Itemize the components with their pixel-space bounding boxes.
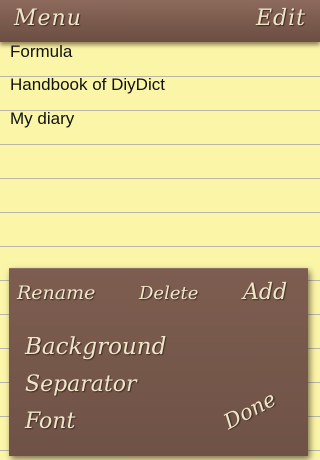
- delete-button[interactable]: Delete: [139, 283, 198, 304]
- add-button[interactable]: Add: [243, 280, 287, 305]
- rename-button[interactable]: Rename: [17, 282, 95, 304]
- background-option[interactable]: Background: [25, 334, 166, 360]
- top-navigation-bar: Menu Edit: [0, 0, 320, 42]
- font-option[interactable]: Font: [25, 409, 75, 434]
- dictionary-list: Formula Handbook of DiyDict My diary: [0, 42, 320, 136]
- list-item[interactable]: My diary: [0, 102, 320, 136]
- edit-button[interactable]: Edit: [256, 6, 306, 31]
- list-item[interactable]: Handbook of DiyDict: [0, 68, 320, 102]
- options-menu-panel: Rename Delete Add Background Separator F…: [9, 268, 308, 456]
- separator-option[interactable]: Separator: [25, 372, 137, 397]
- menu-button[interactable]: Menu: [14, 6, 82, 31]
- done-button[interactable]: Done: [220, 387, 280, 434]
